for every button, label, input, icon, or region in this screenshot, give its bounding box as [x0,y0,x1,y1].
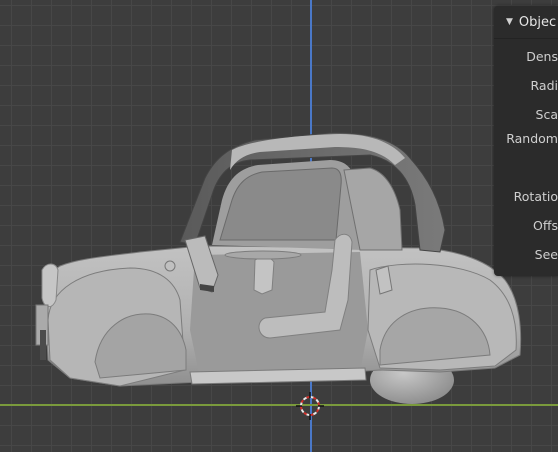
collapse-triangle-icon[interactable]: ▼ [506,17,513,27]
3d-viewport[interactable] [0,0,558,452]
random-label: Random [506,131,558,146]
car-3d-model[interactable] [0,0,558,452]
rotation-label: Rotatio [513,189,558,204]
offset-label: Offs [533,218,558,233]
seed-label: See [534,247,558,262]
panel-header[interactable]: ▼ Objec [494,6,558,39]
3d-cursor-icon[interactable] [296,392,324,420]
radius-label: Radi [530,78,558,93]
panel-title: Objec [518,14,557,30]
scale-label: Sca [535,107,558,122]
density-label: Dens [526,49,558,64]
object-properties-panel[interactable]: ▼ Objec Dens Radi Sca Random Rotatio Off… [494,6,558,276]
